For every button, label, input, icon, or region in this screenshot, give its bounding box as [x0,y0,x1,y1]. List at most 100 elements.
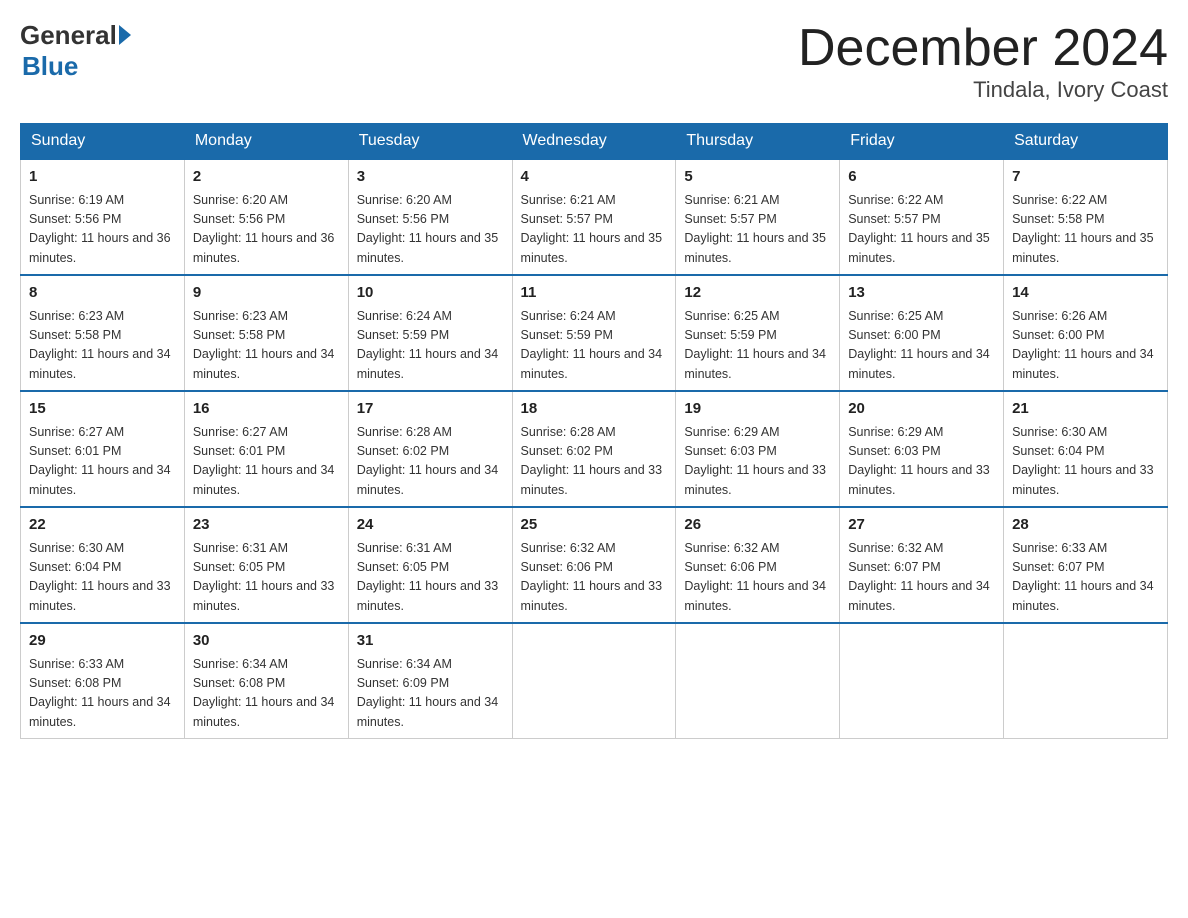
calendar-cell: 31Sunrise: 6:34 AMSunset: 6:09 PMDayligh… [348,623,512,739]
calendar-cell: 15Sunrise: 6:27 AMSunset: 6:01 PMDayligh… [21,391,185,507]
calendar-cell: 9Sunrise: 6:23 AMSunset: 5:58 PMDaylight… [184,275,348,391]
calendar-cell: 24Sunrise: 6:31 AMSunset: 6:05 PMDayligh… [348,507,512,623]
day-info: Sunrise: 6:30 AMSunset: 6:04 PMDaylight:… [1012,423,1159,501]
location-text: Tindala, Ivory Coast [798,77,1168,103]
day-number: 20 [848,398,995,421]
logo-general-text: General [20,20,117,51]
day-number: 29 [29,630,176,653]
calendar-header-monday: Monday [184,124,348,160]
calendar-cell: 30Sunrise: 6:34 AMSunset: 6:08 PMDayligh… [184,623,348,739]
calendar-cell [676,623,840,739]
day-number: 1 [29,166,176,189]
day-info: Sunrise: 6:26 AMSunset: 6:00 PMDaylight:… [1012,307,1159,385]
day-number: 9 [193,282,340,305]
calendar-cell: 7Sunrise: 6:22 AMSunset: 5:58 PMDaylight… [1004,159,1168,275]
day-info: Sunrise: 6:33 AMSunset: 6:08 PMDaylight:… [29,655,176,733]
calendar-week-row: 8Sunrise: 6:23 AMSunset: 5:58 PMDaylight… [21,275,1168,391]
calendar-cell: 10Sunrise: 6:24 AMSunset: 5:59 PMDayligh… [348,275,512,391]
day-info: Sunrise: 6:31 AMSunset: 6:05 PMDaylight:… [357,539,504,617]
calendar-header-tuesday: Tuesday [348,124,512,160]
day-number: 24 [357,514,504,537]
day-number: 19 [684,398,831,421]
day-number: 2 [193,166,340,189]
day-info: Sunrise: 6:30 AMSunset: 6:04 PMDaylight:… [29,539,176,617]
day-number: 22 [29,514,176,537]
calendar-cell: 3Sunrise: 6:20 AMSunset: 5:56 PMDaylight… [348,159,512,275]
day-info: Sunrise: 6:19 AMSunset: 5:56 PMDaylight:… [29,191,176,269]
month-year-title: December 2024 [798,20,1168,77]
calendar-week-row: 15Sunrise: 6:27 AMSunset: 6:01 PMDayligh… [21,391,1168,507]
day-number: 7 [1012,166,1159,189]
logo: General Blue [20,20,131,82]
day-number: 23 [193,514,340,537]
day-info: Sunrise: 6:21 AMSunset: 5:57 PMDaylight:… [521,191,668,269]
calendar-header-wednesday: Wednesday [512,124,676,160]
day-number: 11 [521,282,668,305]
day-info: Sunrise: 6:20 AMSunset: 5:56 PMDaylight:… [193,191,340,269]
day-info: Sunrise: 6:29 AMSunset: 6:03 PMDaylight:… [848,423,995,501]
title-block: December 2024 Tindala, Ivory Coast [798,20,1168,103]
day-number: 31 [357,630,504,653]
calendar-cell: 14Sunrise: 6:26 AMSunset: 6:00 PMDayligh… [1004,275,1168,391]
calendar-cell: 4Sunrise: 6:21 AMSunset: 5:57 PMDaylight… [512,159,676,275]
calendar-cell: 20Sunrise: 6:29 AMSunset: 6:03 PMDayligh… [840,391,1004,507]
calendar-cell: 19Sunrise: 6:29 AMSunset: 6:03 PMDayligh… [676,391,840,507]
day-number: 30 [193,630,340,653]
page-header: General Blue December 2024 Tindala, Ivor… [20,20,1168,103]
calendar-cell: 21Sunrise: 6:30 AMSunset: 6:04 PMDayligh… [1004,391,1168,507]
day-info: Sunrise: 6:29 AMSunset: 6:03 PMDaylight:… [684,423,831,501]
calendar-cell: 29Sunrise: 6:33 AMSunset: 6:08 PMDayligh… [21,623,185,739]
day-info: Sunrise: 6:34 AMSunset: 6:09 PMDaylight:… [357,655,504,733]
day-number: 17 [357,398,504,421]
calendar-cell: 25Sunrise: 6:32 AMSunset: 6:06 PMDayligh… [512,507,676,623]
calendar-cell: 1Sunrise: 6:19 AMSunset: 5:56 PMDaylight… [21,159,185,275]
day-number: 13 [848,282,995,305]
calendar-cell: 16Sunrise: 6:27 AMSunset: 6:01 PMDayligh… [184,391,348,507]
day-number: 21 [1012,398,1159,421]
calendar-header-saturday: Saturday [1004,124,1168,160]
calendar-cell: 28Sunrise: 6:33 AMSunset: 6:07 PMDayligh… [1004,507,1168,623]
calendar-table: SundayMondayTuesdayWednesdayThursdayFrid… [20,123,1168,739]
calendar-week-row: 29Sunrise: 6:33 AMSunset: 6:08 PMDayligh… [21,623,1168,739]
day-info: Sunrise: 6:33 AMSunset: 6:07 PMDaylight:… [1012,539,1159,617]
day-number: 27 [848,514,995,537]
calendar-cell: 26Sunrise: 6:32 AMSunset: 6:06 PMDayligh… [676,507,840,623]
calendar-cell [1004,623,1168,739]
day-info: Sunrise: 6:31 AMSunset: 6:05 PMDaylight:… [193,539,340,617]
day-info: Sunrise: 6:28 AMSunset: 6:02 PMDaylight:… [357,423,504,501]
day-info: Sunrise: 6:27 AMSunset: 6:01 PMDaylight:… [29,423,176,501]
day-number: 16 [193,398,340,421]
logo-arrow-icon [119,25,131,45]
logo-blue-text: Blue [22,51,78,82]
calendar-cell: 12Sunrise: 6:25 AMSunset: 5:59 PMDayligh… [676,275,840,391]
calendar-cell: 8Sunrise: 6:23 AMSunset: 5:58 PMDaylight… [21,275,185,391]
calendar-cell: 2Sunrise: 6:20 AMSunset: 5:56 PMDaylight… [184,159,348,275]
calendar-header-thursday: Thursday [676,124,840,160]
calendar-header-row: SundayMondayTuesdayWednesdayThursdayFrid… [21,124,1168,160]
calendar-cell: 11Sunrise: 6:24 AMSunset: 5:59 PMDayligh… [512,275,676,391]
day-info: Sunrise: 6:21 AMSunset: 5:57 PMDaylight:… [684,191,831,269]
day-info: Sunrise: 6:24 AMSunset: 5:59 PMDaylight:… [521,307,668,385]
day-number: 25 [521,514,668,537]
day-info: Sunrise: 6:20 AMSunset: 5:56 PMDaylight:… [357,191,504,269]
day-number: 28 [1012,514,1159,537]
calendar-week-row: 1Sunrise: 6:19 AMSunset: 5:56 PMDaylight… [21,159,1168,275]
day-info: Sunrise: 6:34 AMSunset: 6:08 PMDaylight:… [193,655,340,733]
calendar-cell: 22Sunrise: 6:30 AMSunset: 6:04 PMDayligh… [21,507,185,623]
calendar-header-friday: Friday [840,124,1004,160]
day-number: 3 [357,166,504,189]
day-info: Sunrise: 6:23 AMSunset: 5:58 PMDaylight:… [193,307,340,385]
day-info: Sunrise: 6:23 AMSunset: 5:58 PMDaylight:… [29,307,176,385]
calendar-cell: 27Sunrise: 6:32 AMSunset: 6:07 PMDayligh… [840,507,1004,623]
day-info: Sunrise: 6:25 AMSunset: 5:59 PMDaylight:… [684,307,831,385]
day-info: Sunrise: 6:22 AMSunset: 5:58 PMDaylight:… [1012,191,1159,269]
calendar-week-row: 22Sunrise: 6:30 AMSunset: 6:04 PMDayligh… [21,507,1168,623]
day-info: Sunrise: 6:32 AMSunset: 6:06 PMDaylight:… [521,539,668,617]
calendar-cell: 23Sunrise: 6:31 AMSunset: 6:05 PMDayligh… [184,507,348,623]
calendar-cell: 17Sunrise: 6:28 AMSunset: 6:02 PMDayligh… [348,391,512,507]
day-number: 5 [684,166,831,189]
day-number: 14 [1012,282,1159,305]
calendar-cell: 5Sunrise: 6:21 AMSunset: 5:57 PMDaylight… [676,159,840,275]
day-info: Sunrise: 6:27 AMSunset: 6:01 PMDaylight:… [193,423,340,501]
calendar-cell [840,623,1004,739]
